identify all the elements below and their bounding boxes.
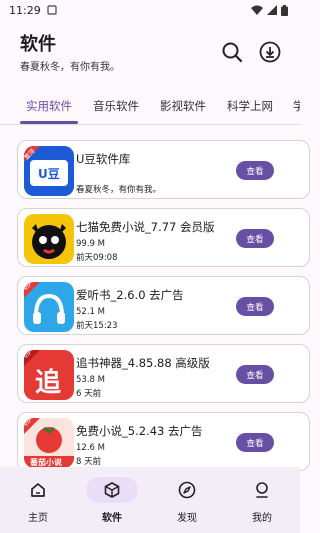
view-button[interactable]: 查看 [236,229,274,248]
cube-icon [104,482,120,498]
page-title: 软件 [20,34,56,55]
app-icon-aitingshu: VIP [24,282,74,332]
nav-software[interactable]: 软件 [82,477,142,524]
nav-software-label: 软件 [102,513,122,524]
app-name: U豆软件库 [76,152,131,166]
app-name: 追书神器_4.85.88 高级版 [76,356,210,370]
status-bar: 11:29 [0,0,300,20]
app-updated: 前天15:23 [76,321,118,331]
list-item[interactable]: VIP 追 追书神器_4.85.88 高级版 53.8 M 6 天前 查看 [17,344,310,403]
download-button[interactable] [258,40,282,64]
app-size: 99.9 M [76,239,105,249]
app-updated: 6 天前 [76,389,102,399]
list-item[interactable]: 置顶 U豆 U豆软件库 春夏秋冬，有你有我。 查看 [17,140,310,199]
category-tabs: 实用软件 音乐软件 影视软件 科学上网 学 [0,88,300,125]
view-button[interactable]: 查看 [236,365,274,384]
page-header: 软件 春夏秋冬，有你有我。 [20,34,120,73]
tab-video[interactable]: 影视软件 [160,98,206,114]
bottom-navigation: 主页 软件 发现 我的 [0,467,300,533]
nav-profile[interactable]: 我的 [232,477,292,524]
app-icon-qimao [24,214,74,264]
tab-vpn[interactable]: 科学上网 [227,98,273,114]
tab-music[interactable]: 音乐软件 [93,98,139,114]
app-name: 爱听书_2.6.0 去广告 [76,288,184,302]
download-icon [259,41,281,63]
nav-profile-label: 我的 [252,513,272,524]
page-subtitle: 春夏秋冬，有你有我。 [20,62,120,73]
home-icon [31,483,45,497]
nav-discover-label: 发现 [177,513,197,524]
tab-indicator [20,121,78,124]
app-size: 12.6 M [76,443,105,453]
app-size: 53.8 M [76,375,105,385]
search-icon [222,42,243,63]
compass-icon [178,481,196,499]
tab-study[interactable]: 学 [293,98,300,114]
battery-icon [281,4,288,16]
view-button[interactable]: 查看 [236,161,274,180]
nav-home-label: 主页 [28,513,48,524]
status-time: 11:29 [9,3,41,17]
app-updated: 8 天前 [76,457,102,467]
wifi-icon [251,5,263,15]
app-name: 七猫免费小说_7.77 会员版 [76,220,215,234]
nav-home[interactable]: 主页 [8,477,68,524]
app-updated: 前天09:08 [76,253,118,263]
app-icon-udou: 置顶 U豆 [24,146,74,196]
tab-utility[interactable]: 实用软件 [26,98,72,114]
list-item[interactable]: 七猫免费小说_7.77 会员版 99.9 M 前天09:08 查看 [17,208,310,267]
person-icon [256,482,268,498]
signal-icon [267,5,277,15]
list-item[interactable]: VIP 番茄小说 免费小说_5.2.43 去广告 12.6 M 8 天前 查看 [17,412,310,471]
header-actions [220,40,282,64]
view-button[interactable]: 查看 [236,433,274,452]
view-button[interactable]: 查看 [236,297,274,316]
app-size: 52.1 M [76,307,105,317]
app-name: 免费小说_5.2.43 去广告 [76,424,203,438]
search-button[interactable] [220,40,244,64]
list-item[interactable]: VIP 爱听书_2.6.0 去广告 52.1 M 前天15:23 查看 [17,276,310,335]
nav-discover[interactable]: 发现 [157,477,217,524]
app-icon-zhuishu: VIP 追 [24,350,74,400]
notification-icon [47,5,57,15]
app-icon-fanqie: VIP 番茄小说 [24,418,74,468]
app-description: 春夏秋冬，有你有我。 [76,185,162,195]
